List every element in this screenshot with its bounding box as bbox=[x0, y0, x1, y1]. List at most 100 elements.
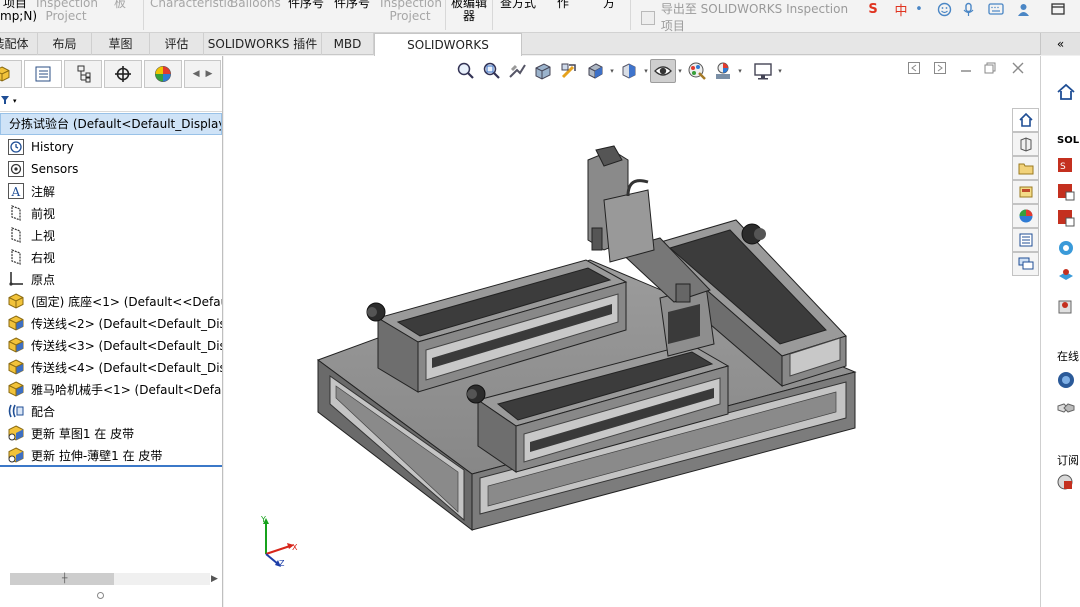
mates-icon bbox=[7, 402, 25, 420]
ribbon-item-template[interactable]: 板 bbox=[110, 0, 130, 10]
filter-icon[interactable]: ▾ bbox=[0, 90, 222, 112]
tree-item[interactable]: History bbox=[0, 136, 222, 158]
tree-item[interactable]: 传送线<3> (Default<Default_Disp bbox=[0, 334, 222, 356]
chinese-input-icon[interactable]: 中 bbox=[890, 0, 912, 19]
dimxpert-icon[interactable] bbox=[104, 60, 142, 88]
export-icon bbox=[640, 9, 655, 25]
subassembly-icon bbox=[7, 358, 25, 376]
scrollbar-track[interactable]: ┼ bbox=[10, 573, 210, 585]
3d-contentcentral-icon[interactable] bbox=[1056, 266, 1076, 286]
forum-icon[interactable] bbox=[1012, 252, 1039, 276]
ribbon-item-template-editor[interactable]: 板编辑 器 bbox=[448, 0, 490, 23]
ribbon-item-method[interactable]: 方 bbox=[602, 0, 616, 10]
appearances-icon[interactable] bbox=[1012, 204, 1039, 228]
tab-sketch[interactable]: 草图 bbox=[92, 33, 150, 55]
configuration-manager-icon[interactable] bbox=[64, 60, 102, 88]
ribbon-divider bbox=[445, 0, 446, 30]
svg-text:Z: Z bbox=[279, 559, 285, 568]
display-manager-icon[interactable] bbox=[144, 60, 182, 88]
ribbon-divider bbox=[492, 0, 493, 30]
custom-properties-icon[interactable] bbox=[1012, 228, 1039, 252]
online-resources-icon[interactable] bbox=[1056, 370, 1076, 390]
smile-icon[interactable] bbox=[934, 0, 954, 18]
tree-item[interactable]: 雅马哈机械手<1> (Default<Defau bbox=[0, 378, 222, 400]
rollback-bar[interactable] bbox=[0, 465, 222, 467]
solidworks-tools-icon[interactable]: S bbox=[1056, 156, 1076, 176]
tree-root-assembly[interactable]: 分拣试验台 (Default<Default_Display bbox=[0, 113, 222, 135]
scrollbar-thumb[interactable]: ┼ bbox=[10, 573, 114, 585]
collapse-taskpane-button[interactable]: « bbox=[1040, 33, 1080, 55]
tree-item-label: (固定) 底座<1> (Default<<Defaul bbox=[31, 294, 222, 309]
tab-solidworks-inspection[interactable]: SOLIDWORKS Inspection bbox=[374, 33, 522, 74]
tree-item[interactable]: Sensors bbox=[0, 158, 222, 180]
partner-icon[interactable] bbox=[1056, 398, 1076, 418]
solidworks-rx-icon[interactable] bbox=[1056, 182, 1076, 202]
ribbon-item-project[interactable]: 项目 mp;N) bbox=[0, 0, 37, 23]
tree-item[interactable]: 更新 草图1 在 皮带 bbox=[0, 422, 222, 444]
tree-item[interactable]: 上视 bbox=[0, 224, 222, 246]
command-manager-ribbon: 项目 mp;N) Inspection Project 板 Characteri… bbox=[0, 0, 1080, 33]
svg-text:X: X bbox=[292, 543, 298, 552]
solidworks-manual-icon[interactable] bbox=[1056, 208, 1076, 228]
minimize-ribbon-icon[interactable] bbox=[1040, 0, 1076, 18]
history-icon bbox=[7, 138, 25, 156]
export-to-inspection-button[interactable]: 导出至 SOLIDWORKS Inspection 项目 bbox=[636, 2, 860, 33]
feature-manager-icon[interactable] bbox=[0, 60, 22, 88]
update-icon bbox=[7, 424, 25, 442]
tab-solidworks-addins[interactable]: SOLIDWORKS 插件 bbox=[204, 33, 322, 55]
svg-text:Y: Y bbox=[260, 515, 266, 524]
ribbon-item-inspection-project[interactable]: Inspection Project bbox=[36, 0, 98, 23]
ribbon-item-balloons[interactable]: Balloons bbox=[230, 0, 281, 10]
punctuation-icon[interactable]: • bbox=[912, 0, 926, 18]
tree-item[interactable]: 原点 bbox=[0, 268, 222, 290]
task-label-subscription: 订阅 bbox=[1057, 454, 1079, 467]
subassembly-icon bbox=[7, 336, 25, 354]
task-pane: SOLI S 在线 订阅 bbox=[1040, 56, 1080, 607]
tab-evaluate[interactable]: 评估 bbox=[150, 33, 204, 55]
file-explorer-icon[interactable] bbox=[1012, 180, 1039, 204]
ribbon-item-inspection-project-2[interactable]: Inspection Project bbox=[380, 0, 442, 23]
ribbon-item-sequence-a[interactable]: 件序号 bbox=[286, 0, 326, 10]
tree-item[interactable]: 配合 bbox=[0, 400, 222, 422]
tree-item[interactable]: 更新 拉伸-薄壁1 在 皮带 bbox=[0, 444, 222, 466]
community-icon[interactable] bbox=[1056, 238, 1076, 258]
panel-split-handle[interactable] bbox=[97, 592, 104, 599]
keyboard-icon[interactable] bbox=[986, 0, 1006, 18]
tree-item-label: 右视 bbox=[31, 250, 56, 265]
tree-item[interactable]: A 注解 bbox=[0, 180, 222, 202]
ribbon-item-sequence-b[interactable]: 件序号 bbox=[332, 0, 372, 10]
tree-item[interactable]: 右视 bbox=[0, 246, 222, 268]
task-label-solidworks: SOLI bbox=[1057, 135, 1080, 146]
user-group-icon[interactable] bbox=[1056, 296, 1076, 316]
tree-item[interactable]: 前视 bbox=[0, 202, 222, 224]
tree-item[interactable]: 传送线<2> (Default<Default_Disp bbox=[0, 312, 222, 334]
tab-assembly[interactable]: 装配体 bbox=[0, 33, 38, 55]
home-icon[interactable] bbox=[1056, 82, 1076, 102]
user-icon[interactable] bbox=[1014, 0, 1032, 18]
solidworks-resources-icon[interactable] bbox=[1012, 132, 1039, 156]
ribbon-divider bbox=[630, 0, 631, 30]
reference-triad: Y X Z bbox=[260, 515, 298, 568]
tab-layout[interactable]: 布局 bbox=[38, 33, 92, 55]
scroll-right-icon[interactable]: ▶ bbox=[211, 573, 218, 585]
home-icon[interactable] bbox=[1012, 108, 1039, 132]
task-label-online: 在线 bbox=[1057, 350, 1079, 363]
feature-manager-panel: ◀ ▶ ▾ 分拣试验台 (Default<Default_Display His… bbox=[0, 56, 223, 607]
tab-mbd[interactable]: MBD bbox=[322, 33, 374, 55]
tree-item-label: 注解 bbox=[31, 184, 56, 199]
ribbon-item-characteristic[interactable]: Characteristic bbox=[150, 0, 233, 10]
sogou-ime-icon[interactable]: S bbox=[862, 0, 884, 18]
ribbon-item-operation[interactable]: 作 bbox=[556, 0, 570, 10]
subscription-services-icon[interactable] bbox=[1056, 472, 1076, 492]
manager-tabs-scroll[interactable]: ◀ ▶ bbox=[184, 60, 221, 88]
tree-item[interactable]: 传送线<4> (Default<Default_Disp bbox=[0, 356, 222, 378]
tree-item[interactable]: (固定) 底座<1> (Default<<Defaul bbox=[0, 290, 222, 312]
property-manager-icon[interactable] bbox=[24, 60, 62, 88]
microphone-icon[interactable] bbox=[958, 0, 978, 18]
horizontal-scrollbar[interactable]: ┼ ▶ bbox=[0, 571, 222, 587]
ribbon-item-inspect-method[interactable]: 查方式 bbox=[498, 0, 538, 10]
subassembly-icon bbox=[7, 380, 25, 398]
tree-item-label: Sensors bbox=[31, 162, 79, 176]
graphics-area[interactable]: ▾ ▾ ▾ ▾ ▾ Y X Z bbox=[224, 56, 1040, 607]
design-library-icon[interactable] bbox=[1012, 156, 1039, 180]
